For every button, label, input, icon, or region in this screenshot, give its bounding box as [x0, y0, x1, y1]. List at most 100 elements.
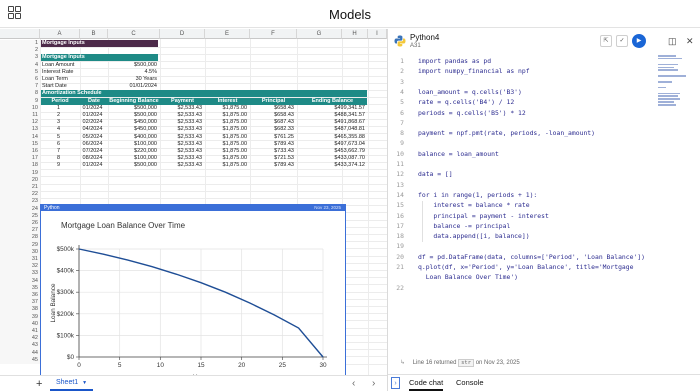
amort-cell[interactable]: $1,875.00: [205, 134, 247, 141]
python-chart-object[interactable]: Python Nov 23, 2025 Mortgage Loan Balance …: [40, 204, 346, 375]
amort-cell[interactable]: $789.43: [250, 141, 294, 148]
amort-header[interactable]: Interest: [205, 98, 250, 105]
amort-cell[interactable]: 08/2024: [80, 155, 105, 162]
amort-header[interactable]: Beginning Balance: [108, 98, 160, 105]
row-header[interactable]: 1: [0, 40, 40, 48]
code-line[interactable]: loan_amount = q.cells('B3'): [418, 88, 522, 96]
amort-cell[interactable]: $220,000: [108, 148, 157, 155]
row-header[interactable]: 31: [0, 256, 40, 264]
amort-cell[interactable]: $400,000: [108, 134, 157, 141]
row-header[interactable]: 22: [0, 191, 40, 199]
amort-cell[interactable]: $721.53: [250, 155, 294, 162]
amort-cell[interactable]: $450,000: [108, 119, 157, 126]
amort-cell[interactable]: 02/2024: [80, 119, 105, 126]
close-icon[interactable]: ✕: [686, 36, 694, 47]
input-value[interactable]: 30 Years: [108, 76, 157, 83]
amort-cell[interactable]: $488,341.57: [297, 112, 365, 119]
row-header[interactable]: 24: [0, 205, 40, 213]
amort-cell[interactable]: $450,000: [108, 126, 157, 133]
amort-cell[interactable]: $682.33: [250, 126, 294, 133]
row-header[interactable]: 2: [0, 47, 40, 55]
code-line[interactable]: principal = payment - interest: [418, 212, 548, 220]
amort-cell[interactable]: $1,875.00: [205, 126, 247, 133]
row-header[interactable]: 9: [0, 97, 40, 105]
row-header[interactable]: 21: [0, 184, 40, 192]
column-header[interactable]: I: [368, 29, 387, 39]
amort-cell[interactable]: $1,875.00: [205, 141, 247, 148]
code-line[interactable]: interest = balance * rate: [418, 201, 529, 209]
amort-cell[interactable]: 7: [40, 148, 77, 155]
code-line[interactable]: payment = npf.pmt(rate, periods, -loan_a…: [418, 129, 595, 137]
row-header[interactable]: 19: [0, 169, 40, 177]
row-header[interactable]: 34: [0, 277, 40, 285]
amort-cell[interactable]: $2,533.43: [160, 155, 202, 162]
amort-cell[interactable]: 4: [40, 126, 77, 133]
amort-cell[interactable]: $499,341.57: [297, 105, 365, 112]
code-editor[interactable]: 1 import pandas as pd 2 import numpy_financ…: [388, 53, 650, 363]
amort-header[interactable]: Principal: [250, 98, 297, 105]
row-header[interactable]: 42: [0, 335, 40, 343]
amort-cell[interactable]: $1,875.00: [205, 148, 247, 155]
amort-cell[interactable]: $497,673.04: [297, 141, 365, 148]
row-header[interactable]: 5: [0, 68, 40, 76]
amort-cell[interactable]: $100,000: [108, 141, 157, 148]
row-header[interactable]: 15: [0, 140, 40, 148]
column-header[interactable]: A: [40, 29, 80, 39]
amort-cell[interactable]: $433,087.70: [297, 155, 365, 162]
row-header[interactable]: 28: [0, 234, 40, 242]
row-header[interactable]: 32: [0, 263, 40, 271]
amort-cell[interactable]: $1,875.00: [205, 119, 247, 126]
code-line[interactable]: import pandas as pd: [418, 57, 491, 65]
input-value[interactable]: $500,000: [108, 62, 157, 69]
amort-cell[interactable]: 1: [40, 105, 77, 112]
tab-code-chat[interactable]: Code chat: [409, 378, 444, 391]
code-line[interactable]: periods = q.cells('B5') * 12: [418, 109, 526, 117]
mortgage-title[interactable]: Mortgage Inputs: [42, 40, 152, 47]
amort-header[interactable]: Date: [80, 98, 108, 105]
row-header[interactable]: 33: [0, 270, 40, 278]
amort-cell[interactable]: 01/2024: [80, 162, 105, 169]
row-header[interactable]: 23: [0, 198, 40, 206]
amort-header[interactable]: Period: [40, 98, 80, 105]
row-header[interactable]: 14: [0, 133, 40, 141]
sheet-tab-sheet1[interactable]: Sheet1 ▼: [50, 376, 94, 391]
amort-cell[interactable]: 3: [40, 119, 77, 126]
tab-console[interactable]: Console: [456, 378, 484, 387]
amort-cell[interactable]: $465,355.88: [297, 134, 365, 141]
row-header[interactable]: 25: [0, 212, 40, 220]
row-header[interactable]: 37: [0, 299, 40, 307]
row-header[interactable]: 43: [0, 342, 40, 350]
column-header[interactable]: G: [297, 29, 342, 39]
code-minimap[interactable]: [658, 55, 688, 111]
row-header[interactable]: 11: [0, 112, 40, 120]
amort-cell[interactable]: $761.25: [250, 134, 294, 141]
amort-cell[interactable]: $789.43: [250, 162, 294, 169]
row-header[interactable]: 8: [0, 90, 40, 98]
input-label[interactable]: Interest Rate: [42, 69, 102, 76]
code-line[interactable]: balance -= principal: [418, 222, 510, 230]
row-header[interactable]: 13: [0, 126, 40, 134]
row-header[interactable]: 12: [0, 119, 40, 127]
amort-cell[interactable]: 06/2024: [80, 141, 105, 148]
amort-cell[interactable]: $1,875.00: [205, 162, 247, 169]
amort-cell[interactable]: 01/2024: [80, 105, 105, 112]
amort-cell[interactable]: $1,875.00: [205, 155, 247, 162]
code-line[interactable]: df = pd.DataFrame(data, columns=['Period…: [418, 253, 645, 261]
code-line[interactable]: balance = loan_amount: [418, 150, 499, 158]
amort-cell[interactable]: $453,662.79: [297, 148, 365, 155]
amort-cell[interactable]: $687.43: [250, 119, 294, 126]
amort-cell[interactable]: $500,000: [108, 112, 157, 119]
input-value[interactable]: 4.5%: [108, 69, 157, 76]
row-header[interactable]: 7: [0, 83, 40, 91]
row-header[interactable]: 4: [0, 61, 40, 69]
row-header[interactable]: 38: [0, 306, 40, 314]
column-header[interactable]: H: [342, 29, 368, 39]
amort-cell[interactable]: $2,533.43: [160, 105, 202, 112]
amort-cell[interactable]: $433,374.12: [297, 162, 365, 169]
inputs-header[interactable]: Mortgage Inputs: [42, 54, 152, 61]
amort-cell[interactable]: $1,875.00: [205, 105, 247, 112]
amort-header[interactable]: Ending Balance: [297, 98, 368, 105]
amort-cell[interactable]: $658.43: [250, 112, 294, 119]
sheet-corner[interactable]: [0, 29, 40, 39]
code-line[interactable]: import numpy_financial as npf: [418, 67, 530, 75]
